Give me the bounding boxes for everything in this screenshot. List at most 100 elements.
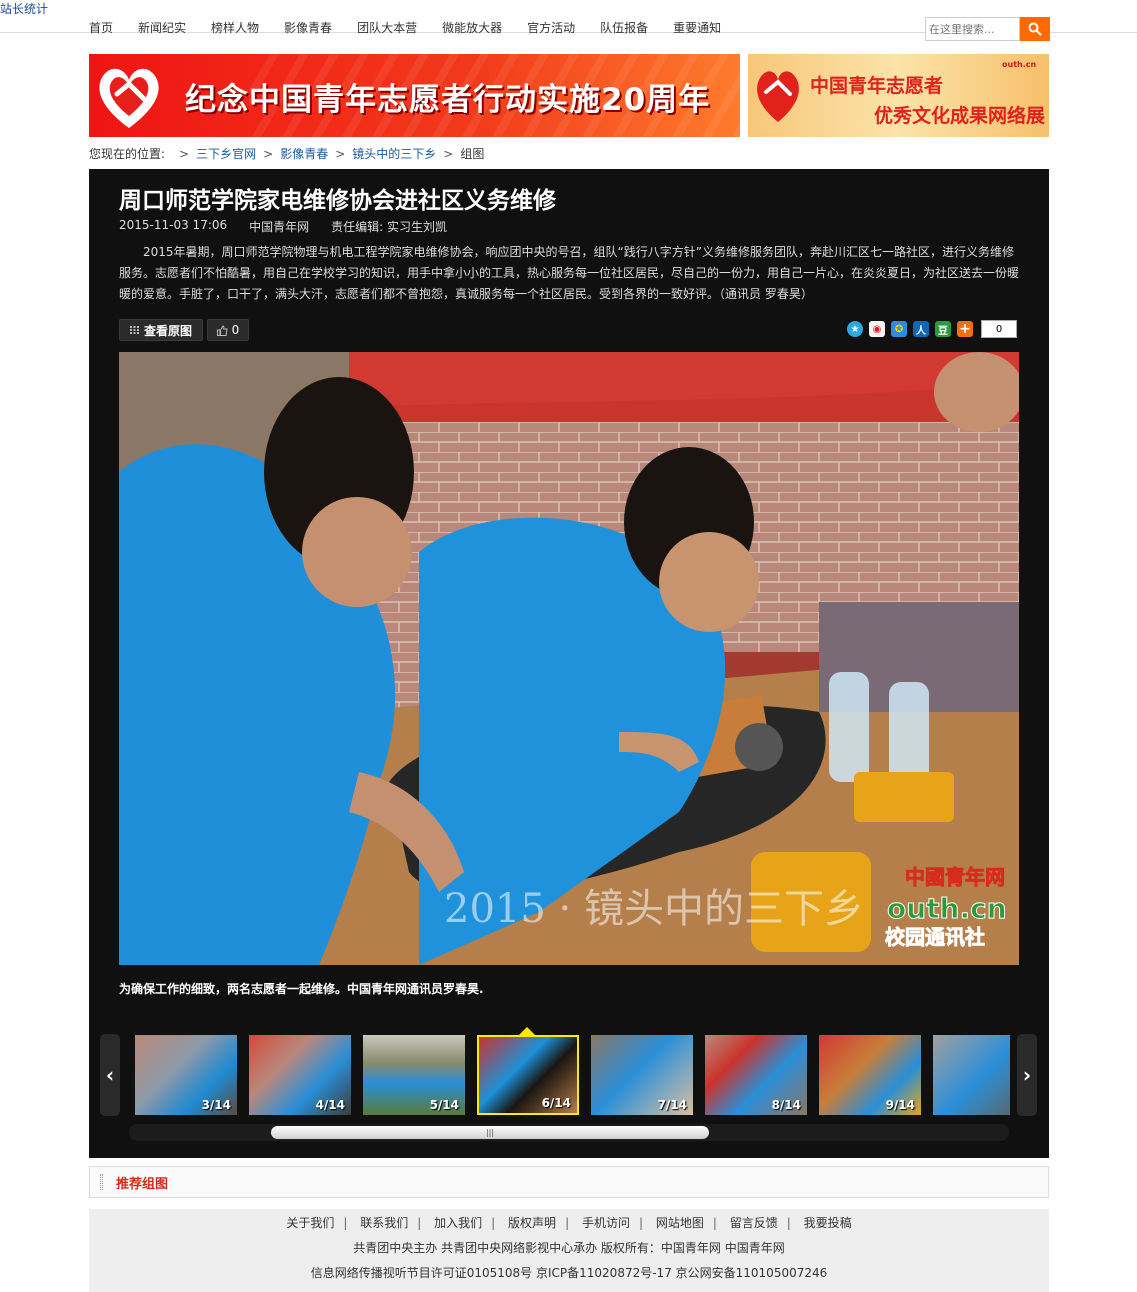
- scrollbar-handle[interactable]: |||: [271, 1126, 709, 1139]
- thumbnail-scrollbar[interactable]: |||: [129, 1124, 1009, 1141]
- culture-banner-line2: 优秀文化成果网络展: [874, 105, 1046, 127]
- anniversary-banner-text: 纪念中国青年志愿者行动实施20周年: [185, 82, 711, 118]
- view-original-button[interactable]: 查看原图: [119, 319, 203, 341]
- douban-share-icon[interactable]: 豆: [935, 321, 951, 337]
- breadcrumb-separator: >: [179, 146, 190, 161]
- chevron-left-icon: ‹: [105, 1063, 115, 1087]
- nav-item-youth-images[interactable]: 影像青春: [284, 19, 332, 36]
- view-original-label: 查看原图: [143, 323, 192, 338]
- like-count: 0: [231, 323, 240, 337]
- footer-divider: |: [343, 1216, 348, 1230]
- main-photo[interactable]: 2015 · 镜头中的三下乡 中國青年网 outh.cn 校园通讯社: [119, 352, 1019, 965]
- footer-divider: |: [491, 1216, 496, 1230]
- recommended-galleries-title: 推荐组图: [116, 1176, 169, 1192]
- thumbnail-label: 8/14: [771, 1098, 801, 1112]
- gallery-panel: 周口师范学院家电维修协会进社区义务维修 2015-11-03 17:06 中国青…: [89, 169, 1049, 1158]
- thumbs-up-icon: [216, 324, 228, 336]
- article-meta: 2015-11-03 17:06 中国青年网 责任编辑: 实习生刘凯: [119, 218, 469, 235]
- culture-banner-line1: 中国青年志愿者: [810, 75, 944, 97]
- article-datetime: 2015-11-03 17:06: [119, 218, 228, 232]
- thumbnail-item[interactable]: 7/14: [591, 1035, 693, 1115]
- footer-link-sitemap[interactable]: 网站地图: [656, 1216, 704, 1230]
- more-share-icon[interactable]: +: [957, 321, 973, 337]
- qq-weibo-share-icon[interactable]: ✪: [891, 321, 907, 337]
- nav-item-amplifier[interactable]: 微能放大器: [442, 19, 502, 36]
- thumbnail-label: 9/14: [885, 1098, 915, 1112]
- qzone-share-icon[interactable]: ★: [847, 321, 863, 337]
- footer-link-join[interactable]: 加入我们: [434, 1216, 482, 1230]
- photo-watermark: 2015 · 镜头中的三下乡: [444, 886, 864, 932]
- thumbnail-label: 4/14: [315, 1098, 345, 1112]
- breadcrumb-item-lens[interactable]: 镜头中的三下乡: [352, 145, 436, 162]
- nav-item-team-camp[interactable]: 团队大本营: [357, 19, 417, 36]
- footer-divider: |: [417, 1216, 422, 1230]
- thumbnail-label: 6/14: [541, 1096, 571, 1110]
- section-grip-icon: [100, 1174, 103, 1190]
- youth-logo-text: outh.cn: [1002, 60, 1037, 69]
- active-thumb-pointer: [519, 1027, 535, 1035]
- share-count: 0: [981, 320, 1017, 338]
- thumbnail-label: 5/14: [429, 1098, 459, 1112]
- anniversary-banner[interactable]: 纪念中国青年志愿者行动实施20周年: [89, 54, 740, 137]
- footer-link-copyright[interactable]: 版权声明: [508, 1216, 556, 1230]
- breadcrumb-current: 组图: [460, 147, 485, 161]
- volunteer-heart-logo: [757, 71, 799, 122]
- weibo-share-icon[interactable]: ◉: [869, 321, 885, 337]
- breadcrumb-separator: >: [443, 146, 454, 161]
- footer-divider: |: [565, 1216, 570, 1230]
- grid-icon: [129, 326, 139, 334]
- search-box: [925, 17, 1050, 41]
- nav-item-official-events[interactable]: 官方活动: [527, 19, 575, 36]
- photo-logo-line2: outh.cn: [887, 892, 1007, 925]
- footer-license-line: 信息网络传播视听节目许可证0105108号 京ICP备11020872号-17 …: [310, 1266, 828, 1280]
- thumbnail-item[interactable]: 5/14: [363, 1035, 465, 1115]
- like-button[interactable]: 0: [207, 319, 249, 341]
- footer-divider: |: [638, 1216, 643, 1230]
- thumbs-prev-button[interactable]: ‹: [100, 1034, 120, 1116]
- nav-item-home[interactable]: 首页: [89, 19, 113, 36]
- volunteer-heart-logo: [99, 68, 159, 128]
- nav-item-notices[interactable]: 重要通知: [673, 19, 721, 36]
- thumbnail-label: 3/14: [201, 1098, 231, 1112]
- search-input[interactable]: [925, 17, 1020, 41]
- breadcrumb-item-official[interactable]: 三下乡官网: [196, 145, 256, 162]
- thumbnail-strip: 3/14 4/14 5/14 6/14 7/14 8/14 9/14 10: [135, 1035, 1010, 1117]
- recommended-galleries-header: 推荐组图: [89, 1166, 1049, 1198]
- thumbs-next-button[interactable]: ›: [1017, 1034, 1037, 1116]
- photo-logo-line3: 校园通讯社: [885, 925, 985, 949]
- nav-item-team-registration[interactable]: 队伍报备: [600, 19, 648, 36]
- main-nav: 首页 新闻纪实 榜样人物 影像青春 团队大本营 微能放大器 官方活动 队伍报备 …: [89, 19, 746, 36]
- footer-sponsor-line: 共青团中央主办 共青团中央网络影视中心承办 版权所有：中国青年网 中国青年网: [353, 1241, 785, 1255]
- article-title: 周口师范学院家电维修协会进社区义务维修: [119, 188, 556, 214]
- thumbnail-item[interactable]: 10: [933, 1035, 1010, 1115]
- article-editor: 责任编辑: 实习生刘凯: [331, 220, 448, 234]
- footer-link-mobile[interactable]: 手机访问: [582, 1216, 630, 1230]
- footer: 关于我们 | 联系我们 | 加入我们 | 版权声明 | 手机访问 | 网站地图 | 留言反馈…: [89, 1209, 1049, 1292]
- breadcrumb-item-youth-images[interactable]: 影像青春: [280, 145, 328, 162]
- footer-divider: |: [712, 1216, 717, 1230]
- nav-item-role-models[interactable]: 榜样人物: [211, 19, 259, 36]
- footer-links: 关于我们 | 联系我们 | 加入我们 | 版权声明 | 手机访问 | 网站地图 | 留言反馈…: [89, 1214, 1049, 1231]
- footer-link-about[interactable]: 关于我们: [286, 1216, 334, 1230]
- article-source: 中国青年网: [249, 220, 310, 234]
- footer-link-submit[interactable]: 我要投稿: [804, 1216, 852, 1230]
- thumbnail-item-active[interactable]: 6/14: [477, 1035, 579, 1115]
- search-icon: [1028, 22, 1042, 36]
- thumbnail-label: 7/14: [657, 1098, 687, 1112]
- search-button[interactable]: [1020, 17, 1050, 41]
- thumbnail-item[interactable]: 3/14: [135, 1035, 237, 1115]
- footer-link-contact[interactable]: 联系我们: [360, 1216, 408, 1230]
- photo-caption: 为确保工作的细致，两名志愿者一起维修。中国青年网通讯员罗春昊.: [119, 982, 484, 996]
- breadcrumb-separator: >: [335, 146, 346, 161]
- breadcrumb: 您现在的位置: > 三下乡官网 > 影像青春 > 镜头中的三下乡 > 组图: [89, 145, 484, 162]
- grip-icon: |||: [485, 1128, 495, 1137]
- chevron-right-icon: ›: [1022, 1063, 1032, 1087]
- thumbnail-item[interactable]: 4/14: [249, 1035, 351, 1115]
- renren-share-icon[interactable]: 人: [913, 321, 929, 337]
- nav-item-news[interactable]: 新闻纪实: [138, 19, 186, 36]
- footer-link-feedback[interactable]: 留言反馈: [730, 1216, 778, 1230]
- thumbnail-item[interactable]: 8/14: [705, 1035, 807, 1115]
- culture-exhibition-banner[interactable]: 中国青年志愿者 优秀文化成果网络展 outh.cn: [748, 54, 1049, 137]
- footer-divider: |: [786, 1216, 791, 1230]
- thumbnail-item[interactable]: 9/14: [819, 1035, 921, 1115]
